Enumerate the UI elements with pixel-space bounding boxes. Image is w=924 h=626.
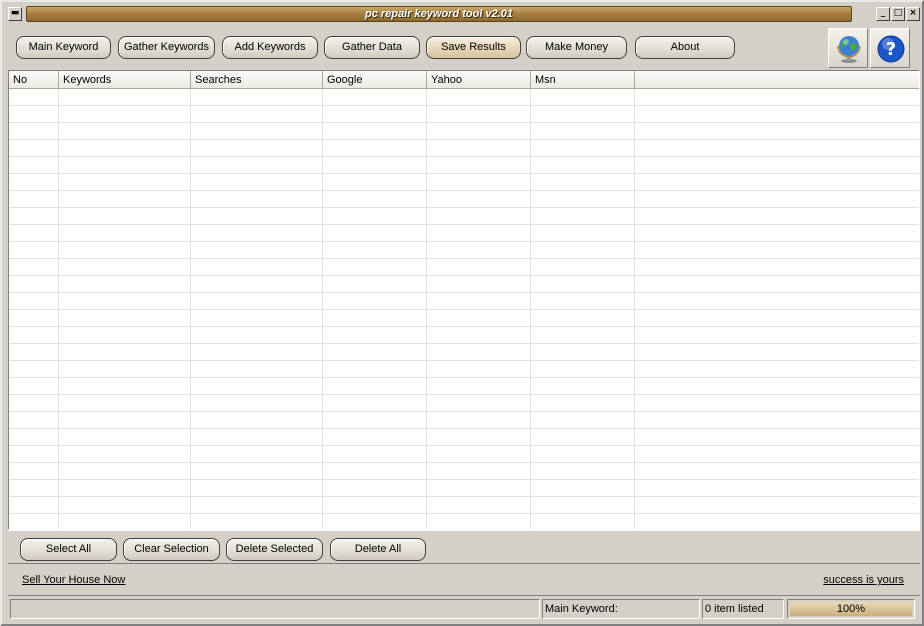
window-title: pc repair keyword tool v2.01 — [365, 8, 513, 20]
globe-icon — [837, 36, 861, 63]
about-button[interactable]: About — [635, 36, 735, 59]
clear-selection-button[interactable]: Clear Selection — [123, 538, 220, 561]
minimize-button[interactable]: _ — [876, 7, 890, 21]
title-bar-caption: pc repair keyword tool v2.01 — [26, 6, 852, 22]
delete-all-button[interactable]: Delete All — [330, 538, 426, 561]
column-divider — [530, 89, 531, 529]
column-divider — [634, 89, 635, 529]
list-rows[interactable] — [9, 89, 919, 529]
column-divider — [190, 89, 191, 529]
column-divider — [58, 89, 59, 529]
progress-bar: 100% — [787, 599, 915, 619]
help-button[interactable]: ? — [870, 28, 910, 68]
status-message — [10, 599, 540, 619]
add-keywords-button[interactable]: Add Keywords — [222, 36, 318, 59]
title-bar[interactable]: ▬ pc repair keyword tool v2.01 _ □ × — [4, 4, 920, 24]
gather-data-button[interactable]: Gather Data — [324, 36, 420, 59]
maximize-button[interactable]: □ — [891, 7, 905, 21]
column-header-keywords[interactable]: Keywords — [59, 71, 191, 89]
gather-keywords-button[interactable]: Gather Keywords — [118, 36, 215, 59]
close-button[interactable]: × — [906, 7, 920, 21]
keyword-list[interactable]: No Keywords Searches Google Yahoo Msn — [8, 70, 920, 530]
progress-text: 100% — [836, 603, 866, 615]
app-window: ▬ pc repair keyword tool v2.01 _ □ × Mai… — [0, 0, 924, 626]
status-item-count: 0 item listed — [702, 599, 784, 619]
delete-selected-button[interactable]: Delete Selected — [226, 538, 323, 561]
make-money-button[interactable]: Make Money — [526, 36, 627, 59]
column-header-filler — [635, 71, 919, 89]
main-keyword-button[interactable]: Main Keyword — [16, 36, 111, 59]
system-menu-button[interactable]: ▬ — [8, 7, 22, 21]
sell-house-link[interactable]: Sell Your House Now — [22, 574, 125, 586]
status-bar: Main Keyword: 0 item listed 100% — [10, 599, 918, 619]
status-main-keyword: Main Keyword: — [542, 599, 700, 619]
column-divider — [426, 89, 427, 529]
column-header-google[interactable]: Google — [323, 71, 427, 89]
select-all-button[interactable]: Select All — [20, 538, 117, 561]
website-button[interactable] — [828, 28, 868, 68]
column-divider — [322, 89, 323, 529]
list-header: No Keywords Searches Google Yahoo Msn — [9, 71, 919, 89]
column-header-yahoo[interactable]: Yahoo — [427, 71, 531, 89]
save-results-button[interactable]: Save Results — [426, 36, 521, 59]
list-actions-panel: Select All Clear Selection Delete Select… — [8, 530, 920, 564]
help-icon: ? — [877, 35, 905, 63]
column-header-searches[interactable]: Searches — [191, 71, 323, 89]
column-header-no[interactable]: No — [9, 71, 59, 89]
svg-text:?: ? — [886, 39, 896, 60]
success-link[interactable]: success is yours — [823, 574, 904, 586]
links-bar: Sell Your House Now success is yours — [8, 566, 920, 596]
column-header-msn[interactable]: Msn — [531, 71, 635, 89]
toolbar: Main Keyword Gather Keywords Add Keyword… — [6, 28, 920, 68]
